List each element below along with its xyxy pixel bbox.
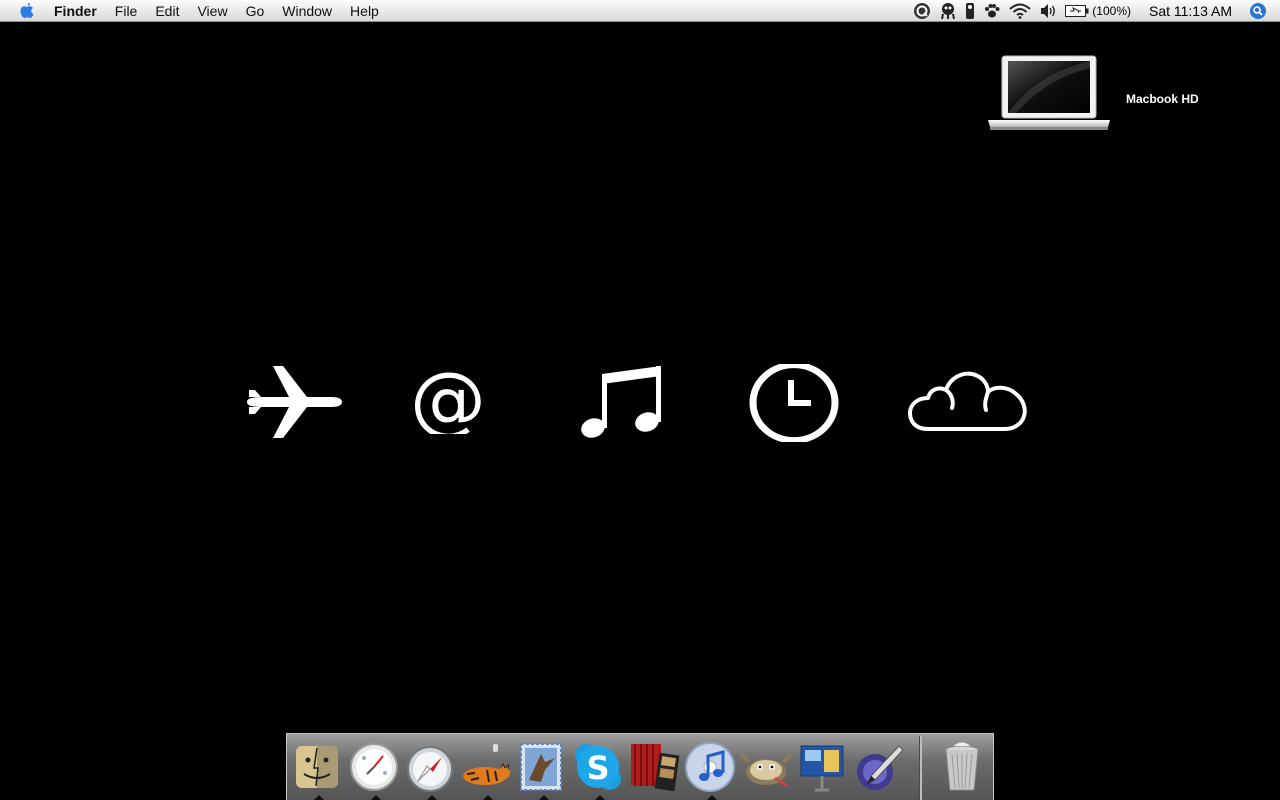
mail-icon	[520, 743, 562, 791]
menu-help[interactable]: Help	[341, 0, 388, 22]
at-sign-icon: @	[410, 370, 486, 434]
safari-icon	[407, 746, 453, 792]
clock-icon	[749, 364, 839, 442]
trash-icon	[945, 741, 979, 791]
dashboard-icon	[350, 743, 398, 791]
gimp-icon	[739, 752, 793, 788]
dock-safari[interactable]	[403, 740, 457, 800]
macbook-hd-label[interactable]: Macbook HD	[1126, 92, 1199, 106]
photo-booth-icon	[631, 744, 680, 792]
dock-trash[interactable]	[935, 740, 989, 794]
apple-menu-icon[interactable]	[19, 2, 35, 20]
dock-skype[interactable]: S	[571, 740, 625, 800]
alien-icon[interactable]	[939, 0, 957, 22]
svg-text:S: S	[586, 749, 609, 787]
battery-percentage: (100%)	[1092, 4, 1131, 18]
remote-icon[interactable]	[965, 0, 975, 22]
dock-mail[interactable]	[515, 740, 569, 800]
dock-keynote[interactable]	[795, 740, 849, 794]
dock: S	[286, 733, 994, 800]
music-note-icon	[581, 366, 661, 438]
menu-edit[interactable]: Edit	[146, 0, 188, 22]
menu-view[interactable]: View	[188, 0, 236, 22]
running-indicator	[595, 795, 605, 800]
macbook-hd-icon[interactable]	[986, 54, 1112, 134]
menu-bar: Finder File Edit View Go Window Help (10…	[0, 0, 1280, 22]
menu-file[interactable]: File	[106, 0, 147, 22]
running-indicator	[371, 795, 381, 800]
running-indicator	[539, 795, 549, 800]
fountain-pen-icon	[857, 745, 904, 790]
running-indicator	[427, 795, 437, 800]
dock-photo-booth[interactable]	[627, 740, 681, 794]
wifi-icon[interactable]	[1009, 0, 1031, 22]
dock-itunes[interactable]	[683, 740, 737, 800]
menu-go[interactable]: Go	[237, 0, 274, 22]
itunes-icon	[685, 742, 735, 792]
paw-icon[interactable]	[983, 0, 1001, 22]
dock-gimp[interactable]	[739, 740, 793, 794]
dock-dashboard[interactable]	[347, 740, 401, 800]
svg-text:@: @	[410, 370, 486, 434]
sleeping-cat-icon	[463, 744, 510, 785]
dock-pen-app[interactable]	[851, 740, 905, 794]
running-indicator	[483, 795, 493, 800]
airplane-icon	[247, 366, 342, 438]
menu-clock[interactable]: Sat 11:13 AM	[1149, 0, 1232, 22]
spotlight-icon[interactable]	[1250, 0, 1266, 22]
keynote-icon	[800, 745, 844, 792]
battery-icon[interactable]: (100%)	[1065, 0, 1131, 22]
running-indicator	[314, 795, 324, 800]
dock-separator	[919, 736, 922, 800]
volume-icon[interactable]	[1039, 0, 1057, 22]
dock-cat-app[interactable]	[459, 740, 513, 800]
dock-finder[interactable]	[290, 740, 344, 800]
cloud-icon	[908, 371, 1027, 431]
skype-icon: S	[575, 744, 621, 790]
menu-window[interactable]: Window	[273, 0, 341, 22]
quicksilver-icon[interactable]	[913, 0, 931, 22]
menu-app-finder[interactable]: Finder	[45, 0, 106, 22]
finder-icon	[296, 746, 338, 788]
running-indicator	[707, 795, 717, 800]
